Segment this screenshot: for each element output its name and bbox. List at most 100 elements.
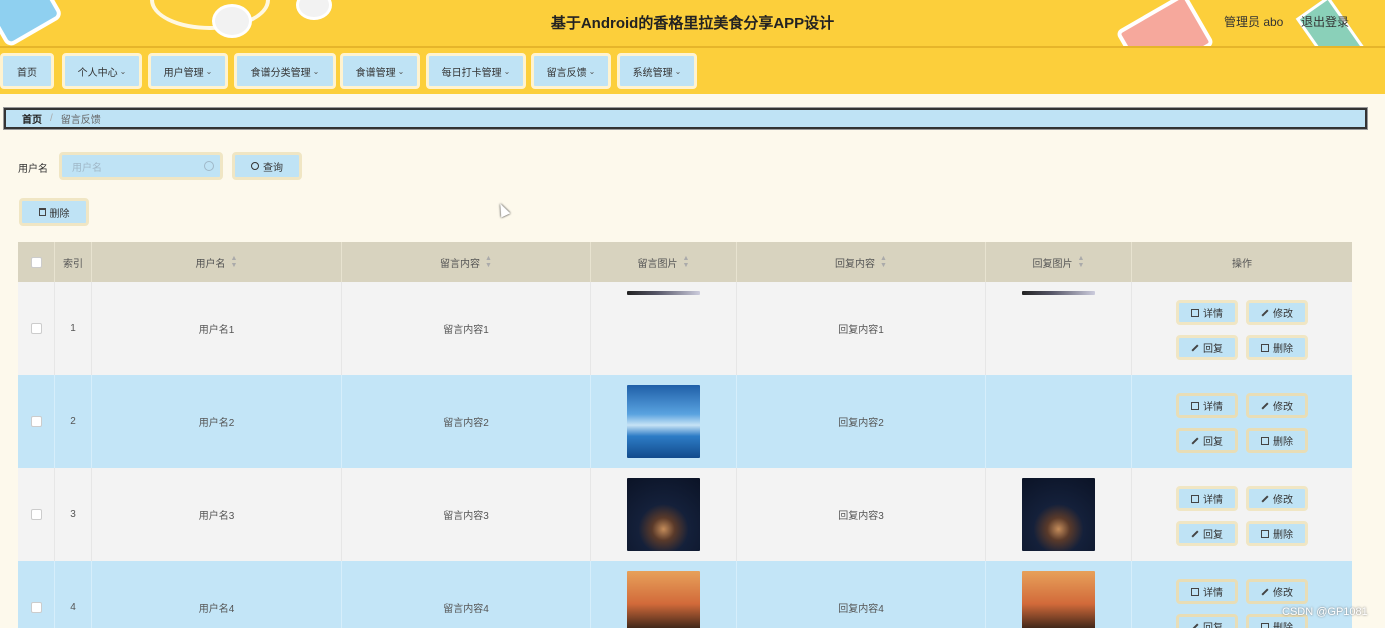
breadcrumb-separator: / [50,113,53,124]
search-input[interactable]: 用户名 [59,152,223,180]
breadcrumb: 首页 / 留言反馈 [3,107,1368,130]
col-label: 索引 [63,258,83,270]
index-cell: 1 [55,282,92,375]
edit-button[interactable]: 修改 [1246,393,1308,418]
document-icon [1191,308,1199,317]
sort-icon[interactable]: ▲ ▼ [231,255,238,269]
delete-button[interactable]: 删除 [1246,335,1308,360]
col-label: 回复内容 [835,258,876,270]
breadcrumb-home[interactable]: 首页 [22,111,42,126]
thumbnail-image[interactable] [627,291,700,295]
row-checkbox[interactable] [30,602,42,613]
detail-button[interactable]: 详情 [1176,300,1238,325]
edit-button[interactable]: 修改 [1246,486,1308,511]
col-label: 留言内容 [440,258,481,270]
nav-item-label: 用户管理 [163,67,204,79]
nav-item-daily-checkin[interactable]: 每日打卡管理 ⌄ [426,53,526,89]
nav-item-label: 留言反馈 [546,67,587,79]
nav-item-label: 食谱分类管理 [250,67,311,79]
search-button[interactable]: 查询 [232,152,302,180]
row-checkbox[interactable] [30,509,42,520]
cell-text: 回复内容3 [838,511,884,522]
cell-text: 1 [70,323,76,334]
cell-text: 留言内容2 [443,418,489,429]
nav-item-feedback[interactable]: 留言反馈 ⌄ [531,53,611,89]
action-label: 删除 [1273,530,1293,541]
search-label: 用户名 [18,164,48,175]
bulk-delete-label: 删除 [49,208,70,220]
thumbnail-image[interactable] [1022,571,1095,628]
chevron-down-icon: ⌄ [588,66,596,76]
chevron-down-icon: ⌄ [312,66,320,76]
col-message[interactable]: 留言内容 ▲ ▼ [342,242,591,282]
message-cell: 留言内容3 [342,468,591,561]
thumbnail-image[interactable] [627,385,700,458]
col-reply-image[interactable]: 回复图片 ▲ ▼ [986,242,1132,282]
col-username[interactable]: 用户名 ▲ ▼ [92,242,342,282]
select-cell [18,468,55,561]
reply-image-cell [986,561,1132,628]
reply-cell: 回复内容1 [737,282,986,375]
chevron-down-icon: ⌄ [205,66,213,76]
thumbnail-image[interactable] [627,478,700,551]
reply-button[interactable]: 回复 [1176,614,1238,628]
thumbnail-image[interactable] [1022,478,1095,551]
col-label: 回复图片 [1032,258,1073,270]
detail-button[interactable]: 详情 [1176,579,1238,604]
logout-link[interactable]: 退出登录 [1301,13,1349,30]
cell-text: 回复内容1 [838,325,884,336]
select-all-checkbox[interactable] [30,256,42,268]
reply-cell: 回复内容3 [737,468,986,561]
edit-button[interactable]: 修改 [1246,300,1308,325]
thumbnail-image[interactable] [627,571,700,628]
table-row: 4 用户名4 留言内容4 回复内容4 详情 修改回复 删除 [18,561,1352,628]
message-image-cell [591,375,737,468]
sort-icon[interactable]: ▲ ▼ [1078,255,1085,269]
thumbnail-image[interactable] [1022,291,1095,295]
action-label: 详情 [1203,402,1223,413]
action-label: 修改 [1273,495,1293,506]
index-cell: 2 [55,375,92,468]
delete-button[interactable]: 删除 [1246,521,1308,546]
cell-text: 回复内容2 [838,418,884,429]
clear-icon[interactable] [204,161,214,171]
sort-icon[interactable]: ▲ ▼ [485,255,492,269]
nav-item-users[interactable]: 用户管理 ⌄ [148,53,228,89]
col-label: 操作 [1232,258,1252,270]
index-cell: 4 [55,561,92,628]
col-actions: 操作 [1132,242,1352,282]
row-checkbox[interactable] [30,323,42,334]
detail-button[interactable]: 详情 [1176,486,1238,511]
detail-button[interactable]: 详情 [1176,393,1238,418]
col-message-image[interactable]: 留言图片 ▲ ▼ [591,242,737,282]
action-label: 回复 [1203,437,1223,448]
reply-button[interactable]: 回复 [1176,335,1238,360]
cell-text: 用户名2 [198,418,235,429]
nav-item-home[interactable]: 首页 [0,53,54,89]
nav-item-system[interactable]: 系统管理 ⌄ [617,53,697,89]
col-label: 用户名 [195,258,226,270]
nav-item-recipes[interactable]: 食谱管理 ⌄ [340,53,420,89]
reply-image-cell [986,468,1132,561]
reply-button[interactable]: 回复 [1176,428,1238,453]
nav-item-profile[interactable]: 个人中心 ⌄ [62,53,142,89]
reply-image-cell [986,375,1132,468]
row-checkbox[interactable] [30,416,42,427]
sort-icon[interactable]: ▲ ▼ [683,255,690,269]
nav-item-label: 食谱管理 [355,67,396,79]
sort-icon[interactable]: ▲ ▼ [880,255,887,269]
nav-item-recipe-categories[interactable]: 食谱分类管理 ⌄ [234,53,336,89]
table-header: 索引 用户名 ▲ ▼ 留言内容 ▲ ▼ 留言图片 ▲ ▼ 回复内容 ▲ ▼ 回复图片 ▲ ▼ 操作 [18,242,1352,282]
delete-button[interactable]: 删除 [1246,428,1308,453]
cell-text: 2 [70,416,76,427]
select-cell [18,375,55,468]
cell-text: 用户名1 [198,325,235,336]
nav-item-label: 每日打卡管理 [441,67,502,79]
cell-text: 回复内容4 [838,604,884,615]
reply-button[interactable]: 回复 [1176,521,1238,546]
edit-button[interactable]: 修改 [1246,579,1308,604]
bulk-delete-button[interactable]: 删除 [19,198,89,226]
col-reply[interactable]: 回复内容 ▲ ▼ [737,242,986,282]
pencil-icon [1191,343,1199,352]
cell-text: 用户名4 [198,604,235,615]
